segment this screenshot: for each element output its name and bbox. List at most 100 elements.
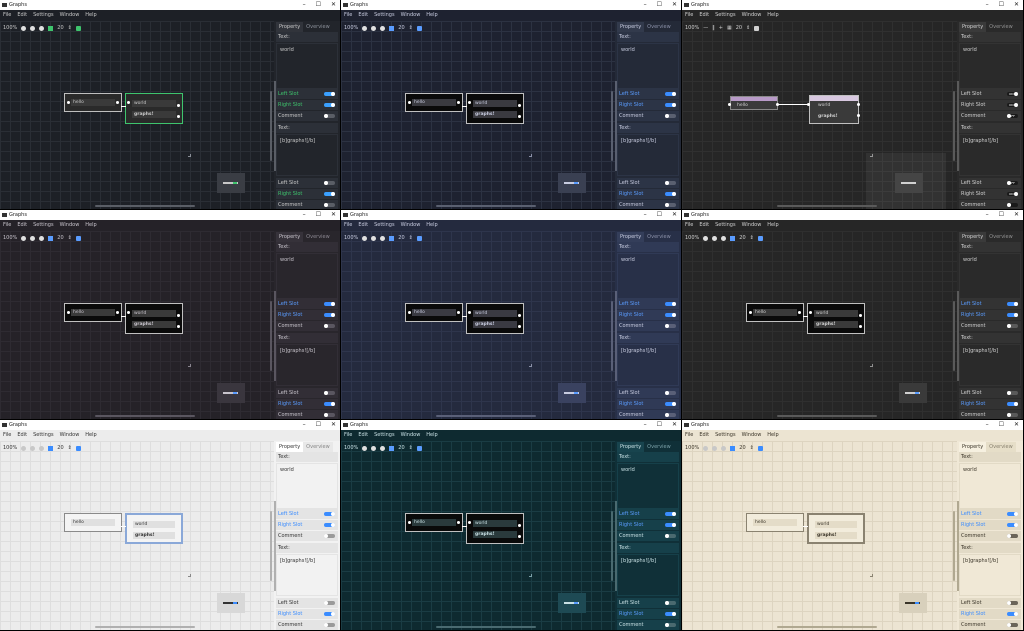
menu-file[interactable]: File	[3, 10, 11, 21]
minimap[interactable]	[558, 383, 586, 403]
menu-help[interactable]: Help	[426, 10, 437, 21]
node-text-field[interactable]: world	[816, 102, 852, 109]
node-text-field[interactable]: hello	[71, 99, 115, 106]
zoom-out-icon[interactable]	[362, 235, 368, 241]
comment-toggle[interactable]	[665, 413, 676, 417]
graph-node-hello[interactable]: hello	[64, 93, 122, 112]
horizontal-scrollbar[interactable]	[95, 626, 195, 628]
minimap-toggle-icon[interactable]	[757, 445, 763, 451]
comment-toggle[interactable]: OFF	[1007, 114, 1018, 118]
graph-canvas[interactable]: 100% 20 ⇕ hello world graphs!	[341, 441, 615, 630]
node-text-field[interactable]: graphs!	[473, 321, 517, 328]
menu-edit[interactable]: Edit	[358, 10, 368, 21]
tab-overview[interactable]: Overview	[303, 22, 333, 32]
minimap[interactable]	[899, 593, 927, 613]
comment-toggle[interactable]	[665, 623, 676, 627]
minimap-toggle-icon[interactable]	[754, 25, 760, 31]
menu-edit[interactable]: Edit	[358, 220, 368, 231]
tab-overview[interactable]: Overview	[644, 442, 674, 452]
minimize-icon[interactable]: –	[644, 420, 647, 430]
text-value-field[interactable]: world	[959, 253, 1021, 299]
text-value-field[interactable]: world	[617, 43, 679, 89]
menu-edit[interactable]: Edit	[699, 430, 709, 441]
maximize-icon[interactable]: ☐	[999, 210, 1004, 220]
close-icon[interactable]: ✕	[331, 420, 336, 430]
minimize-icon[interactable]: –	[986, 0, 989, 10]
reset-zoom-icon[interactable]	[30, 235, 36, 241]
vertical-scrollbar[interactable]	[611, 301, 613, 371]
minimap-toggle-icon[interactable]	[416, 235, 422, 241]
menu-settings[interactable]: Settings	[715, 220, 736, 231]
close-icon[interactable]: ✕	[331, 210, 336, 220]
zoom-out-icon[interactable]	[21, 235, 27, 241]
graph-node-world[interactable]: world graphs!	[466, 93, 524, 124]
menu-edit[interactable]: Edit	[17, 220, 27, 231]
vertical-scrollbar[interactable]	[270, 91, 272, 161]
node-text-field[interactable]: graphs!	[132, 111, 176, 118]
minimize-icon[interactable]: –	[986, 420, 989, 430]
zoom-in-icon[interactable]	[721, 445, 727, 451]
node-port[interactable]	[127, 311, 130, 314]
text-value-field[interactable]: [b]graphs![/b]	[276, 344, 338, 386]
comment-toggle[interactable]	[324, 324, 335, 328]
node-port[interactable]	[809, 311, 812, 314]
reset-zoom-icon[interactable]	[712, 445, 718, 451]
menu-edit[interactable]: Edit	[358, 430, 368, 441]
node-port[interactable]	[457, 101, 460, 104]
node-port[interactable]	[518, 524, 521, 527]
node-port[interactable]	[116, 311, 119, 314]
vertical-scrollbar[interactable]	[270, 511, 272, 581]
graph-canvas[interactable]: 100% — ‖ + ▦ 20 ⇕ hello world graphs!	[682, 21, 957, 209]
right-slot-toggle[interactable]	[665, 103, 676, 107]
node-text-field[interactable]: graphs!	[816, 113, 852, 120]
right-slot-toggle[interactable]	[665, 612, 676, 616]
minimap-toggle-icon[interactable]	[416, 25, 422, 31]
menu-edit[interactable]: Edit	[699, 10, 709, 21]
right-slot-toggle[interactable]	[324, 402, 335, 406]
spinner-icon[interactable]: ⇕	[750, 445, 754, 451]
menu-help[interactable]: Help	[426, 430, 437, 441]
comment-toggle[interactable]	[1007, 413, 1018, 417]
minimap-toggle-icon[interactable]	[416, 445, 422, 451]
left-slot-toggle[interactable]	[324, 181, 335, 185]
node-port[interactable]	[798, 311, 801, 314]
menu-window[interactable]: Window	[401, 220, 421, 231]
zoom-in-icon[interactable]	[721, 235, 727, 241]
zoom-out-icon[interactable]: —	[703, 25, 708, 31]
menu-help[interactable]: Help	[85, 220, 96, 231]
minimize-icon[interactable]: –	[303, 210, 306, 220]
right-slot-toggle[interactable]	[324, 612, 335, 616]
comment-toggle[interactable]	[1007, 623, 1018, 627]
tab-property[interactable]: Property	[959, 232, 987, 242]
zoom-in-icon[interactable]	[39, 445, 45, 451]
comment-toggle[interactable]	[1007, 324, 1018, 328]
minimap-toggle-icon[interactable]	[757, 235, 763, 241]
vertical-scrollbar[interactable]	[611, 511, 613, 581]
menu-help[interactable]: Help	[85, 10, 96, 21]
grid-icon[interactable]	[389, 445, 395, 451]
tab-overview[interactable]: Overview	[303, 232, 333, 242]
minimap-toggle-icon[interactable]	[75, 25, 81, 31]
horizontal-scrollbar[interactable]	[777, 626, 877, 628]
grid-icon[interactable]	[48, 445, 54, 451]
node-text-field[interactable]: world	[132, 310, 176, 317]
menu-settings[interactable]: Settings	[374, 430, 395, 441]
node-text-field[interactable]: graphs!	[473, 531, 517, 538]
tab-property[interactable]: Property	[276, 22, 304, 32]
zoom-out-icon[interactable]	[21, 445, 27, 451]
spinner-icon[interactable]: ⇕	[409, 235, 413, 241]
reset-zoom-icon[interactable]	[30, 445, 36, 451]
graph-canvas[interactable]: 100% 20 ⇕ hello world graphs!	[0, 231, 274, 419]
grid-icon[interactable]	[48, 235, 54, 241]
comment-toggle[interactable]	[324, 114, 335, 118]
graph-node-hello[interactable]: hello	[64, 303, 122, 322]
comment-toggle[interactable]	[324, 203, 335, 207]
tab-overview[interactable]: Overview	[644, 22, 674, 32]
menu-help[interactable]: Help	[767, 430, 778, 441]
tab-overview[interactable]: Overview	[986, 232, 1016, 242]
minimize-icon[interactable]: –	[644, 210, 647, 220]
node-text-field[interactable]: world	[473, 100, 517, 107]
node-text-field[interactable]: hello	[412, 309, 456, 316]
graph-node-world[interactable]: world graphs!	[125, 513, 183, 544]
graph-node-hello[interactable]: hello	[405, 513, 463, 532]
